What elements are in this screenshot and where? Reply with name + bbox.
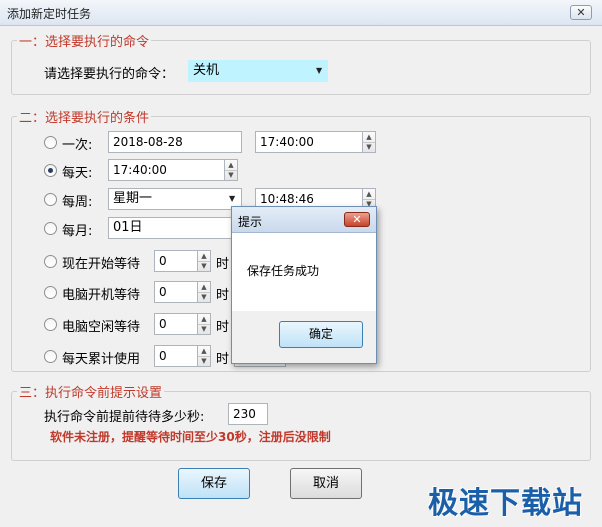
- wait-idle-field[interactable]: 0: [154, 313, 198, 335]
- prompt-group: [11, 391, 591, 461]
- wait-now-stepper[interactable]: ▲ ▼: [197, 250, 211, 272]
- condition-group-title: 二：选择要执行的条件: [17, 107, 152, 126]
- radio-daily[interactable]: [44, 164, 57, 177]
- wait-now-unit: 时: [216, 257, 230, 272]
- radio-once[interactable]: [44, 136, 57, 149]
- radio-wait-boot[interactable]: [44, 286, 57, 299]
- message-dialog-title: 提示: [238, 215, 263, 229]
- window-title: 添加新定时任务: [7, 7, 92, 21]
- command-select-value: 关机: [193, 63, 220, 78]
- once-time-stepper[interactable]: ▲ ▼: [362, 131, 376, 153]
- wait-boot-unit: 时: [216, 288, 230, 303]
- radio-wait-idle[interactable]: [44, 318, 57, 331]
- weekly-day-select[interactable]: 星期一: [108, 188, 242, 210]
- spin-down-icon[interactable]: ▼: [363, 142, 375, 152]
- message-dialog-close-button[interactable]: ✕: [344, 212, 370, 227]
- once-date-field[interactable]: 2018-08-28: [108, 131, 242, 153]
- daily-use-stepper[interactable]: ▲ ▼: [197, 345, 211, 367]
- wait-now-field[interactable]: 0: [154, 250, 198, 272]
- once-label: 一次:: [62, 138, 93, 153]
- cancel-button[interactable]: 取消: [290, 468, 362, 499]
- command-group-title: 一：选择要执行的命令: [17, 31, 152, 50]
- prompt-seconds-field[interactable]: 230: [228, 403, 268, 425]
- radio-monthly[interactable]: [44, 222, 57, 235]
- radio-weekly[interactable]: [44, 193, 57, 206]
- command-prompt-label: 请选择要执行的命令：: [44, 67, 175, 82]
- ok-button[interactable]: 确定: [279, 321, 363, 348]
- monthly-day-select[interactable]: 01日: [108, 217, 242, 239]
- daily-use-field[interactable]: 0: [154, 345, 198, 367]
- chevron-down-icon[interactable]: ▼: [229, 194, 235, 203]
- wait-now-label: 现在开始等待: [62, 257, 141, 272]
- prompt-group-title: 三：执行命令前提示设置: [17, 382, 165, 401]
- wait-idle-label: 电脑空闲等待: [62, 320, 141, 335]
- radio-wait-now[interactable]: [44, 255, 57, 268]
- daily-time-stepper[interactable]: ▲ ▼: [224, 159, 238, 181]
- monthly-label: 每月:: [62, 224, 93, 239]
- once-time-field[interactable]: 17:40:00: [255, 131, 363, 153]
- spin-down-icon[interactable]: ▼: [225, 170, 237, 180]
- save-button[interactable]: 保存: [178, 468, 250, 499]
- radio-daily-use[interactable]: [44, 350, 57, 363]
- wait-boot-field[interactable]: 0: [154, 281, 198, 303]
- daily-use-label: 每天累计使用: [62, 352, 141, 367]
- spin-down-icon[interactable]: ▼: [198, 261, 210, 271]
- message-dialog: 提示 ✕ 保存任务成功 确定: [231, 206, 377, 364]
- chevron-down-icon[interactable]: ▼: [316, 66, 322, 75]
- command-select[interactable]: 关机: [188, 60, 328, 82]
- window-close-button[interactable]: ✕: [570, 5, 592, 20]
- daily-label: 每天:: [62, 166, 93, 181]
- message-text: 保存任务成功: [247, 264, 320, 278]
- spin-down-icon[interactable]: ▼: [198, 324, 210, 334]
- weekly-label: 每周:: [62, 195, 93, 210]
- daily-time-field[interactable]: 17:40:00: [108, 159, 225, 181]
- prompt-seconds-label: 执行命令前提前待待多少秒:: [44, 410, 205, 425]
- site-watermark: 极速下载站: [428, 486, 583, 521]
- wait-boot-stepper[interactable]: ▲ ▼: [197, 281, 211, 303]
- wait-boot-label: 电脑开机等待: [62, 288, 141, 303]
- wait-idle-stepper[interactable]: ▲ ▼: [197, 313, 211, 335]
- spin-down-icon[interactable]: ▼: [198, 292, 210, 302]
- wait-idle-unit: 时: [216, 320, 230, 335]
- spin-down-icon[interactable]: ▼: [198, 356, 210, 366]
- registration-warning: 软件未注册，提醒等待时间至少30秒，注册后没限制: [50, 430, 331, 444]
- daily-use-unit: 时: [216, 352, 230, 367]
